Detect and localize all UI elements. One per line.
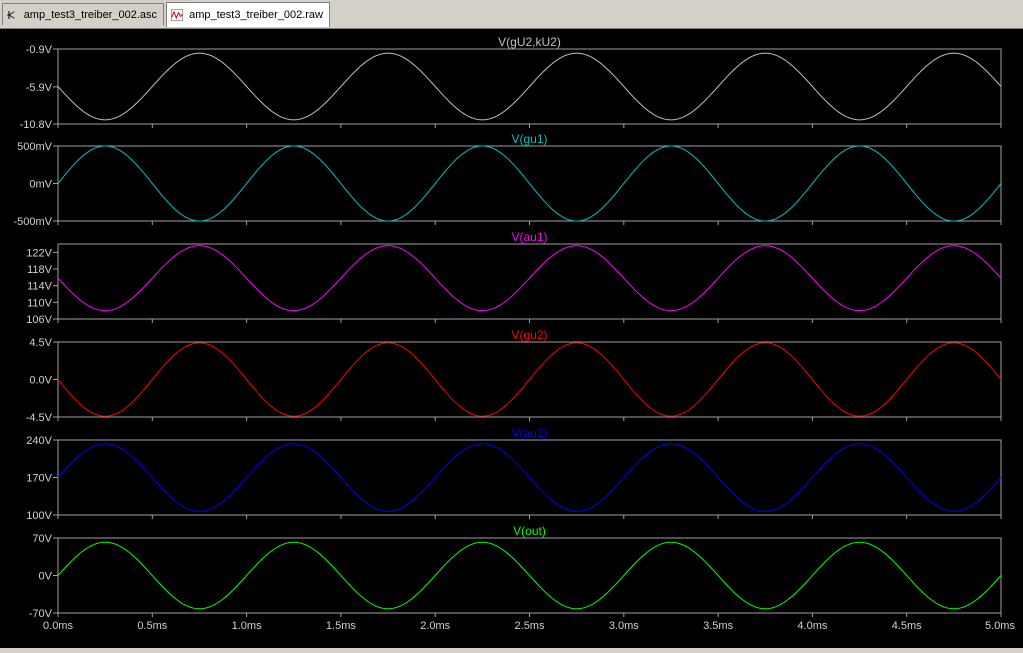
trace-label: V(au1) (511, 230, 547, 244)
trace-line (57, 342, 1002, 417)
trace-line (57, 245, 1002, 312)
y-tick-label: -10.8V (20, 119, 53, 131)
x-tick-label: 0.5ms (137, 620, 167, 632)
y-tick-label: 500mV (17, 141, 53, 153)
x-tick-label: 0.0ms (43, 620, 73, 632)
waveform-chart: V(gU2,kU2) -0.9V -5.9V -10.8V V(gu1) 500mV 0mV… (13, 35, 1015, 632)
y-tick-label: -500mV (13, 216, 52, 228)
y-tick-label: 240V (26, 435, 52, 447)
y-tick-label: 4.5V (29, 337, 52, 349)
y-tick-label: 100V (26, 510, 52, 522)
y-tick-label: -5.9V (26, 82, 53, 94)
y-tick-label: 114V (27, 281, 53, 293)
x-tick-label: 2.5ms (515, 620, 545, 632)
trace-line (57, 541, 1002, 610)
x-tick-label: 5.0ms (985, 620, 1015, 632)
y-tick-label: 0.0V (29, 375, 52, 387)
trace-line (57, 443, 1002, 512)
trace-label: V(au2) (511, 426, 547, 440)
x-tick-label: 4.0ms (797, 620, 827, 632)
y-tick-label: 110V (27, 297, 53, 309)
tab-label: amp_test3_treiber_002.asc (23, 8, 157, 21)
y-tick-label: -70V (29, 608, 53, 620)
tab-bar: amp_test3_treiber_002.asc amp_test3_trei… (0, 0, 1023, 29)
y-tick-label: 106V (26, 314, 52, 326)
y-tick-label: 118V (27, 264, 53, 276)
y-tick-label: 122V (26, 247, 52, 259)
trace-label: V(out) (513, 524, 546, 538)
waveform-icon (171, 8, 184, 22)
trace-label: V(gu1) (511, 132, 547, 146)
x-tick-label: 1.0ms (232, 620, 262, 632)
tab-label: amp_test3_treiber_002.raw (189, 9, 323, 21)
tab-schematic[interactable]: amp_test3_treiber_002.asc (2, 3, 164, 25)
y-tick-label: 70V (32, 533, 52, 545)
y-tick-label: 0V (39, 571, 53, 583)
x-tick-label: 3.0ms (609, 620, 639, 632)
trace-line (57, 52, 1002, 121)
y-tick-label: -0.9V (26, 44, 53, 56)
trace-label: V(gU2,kU2) (498, 35, 561, 49)
tab-waveform[interactable]: amp_test3_treiber_002.raw (166, 2, 330, 27)
schematic-icon (7, 10, 15, 19)
y-tick-label: -4.5V (26, 412, 53, 424)
pane-frame (57, 243, 1002, 320)
trace-line (57, 145, 1002, 222)
x-tick-label: 4.5ms (892, 620, 922, 632)
x-tick-label: 2.0ms (420, 620, 450, 632)
y-tick-label: 170V (26, 473, 52, 485)
y-tick-label: 0mV (29, 179, 52, 191)
x-tick-label: 3.5ms (703, 620, 733, 632)
x-tick-label: 1.5ms (326, 620, 356, 632)
trace-label: V(gu2) (511, 328, 547, 342)
waveform-viewer[interactable]: V(gU2,kU2) -0.9V -5.9V -10.8V V(gu1) 500mV 0mV… (0, 29, 1023, 648)
